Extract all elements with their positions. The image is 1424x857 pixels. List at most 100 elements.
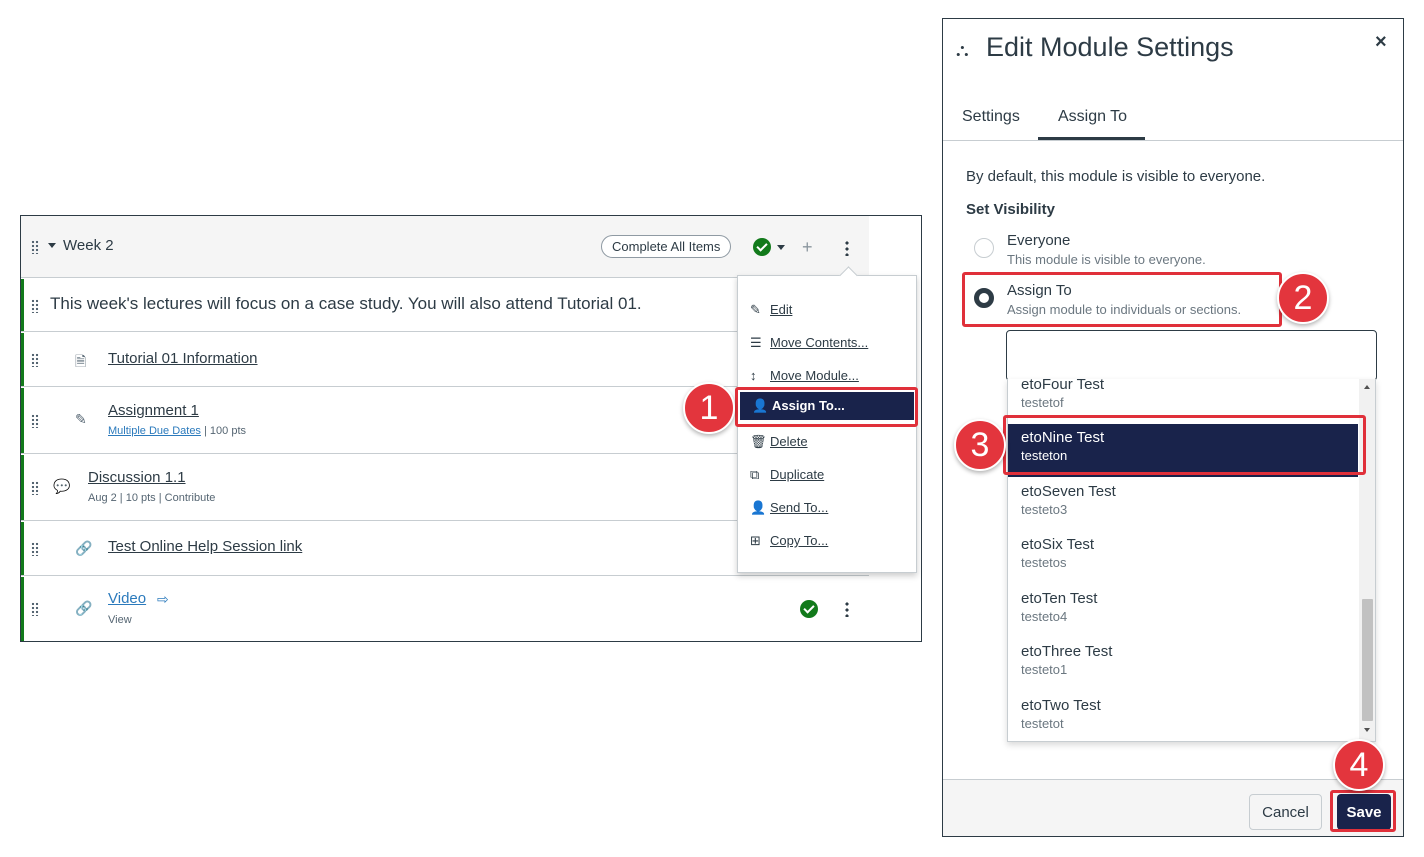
dialog-tabs: Settings Assign To [943, 99, 1403, 141]
drag-handle-icon[interactable] [31, 481, 39, 495]
scroll-thumb[interactable] [1362, 599, 1373, 721]
everyone-desc: This module is visible to everyone. [1007, 252, 1206, 267]
menu-item-label: Move Module... [770, 368, 859, 383]
drag-handle-icon[interactable] [31, 602, 39, 616]
published-check-icon[interactable] [800, 600, 818, 618]
close-icon[interactable]: × [1375, 31, 1387, 54]
published-check-icon[interactable] [753, 238, 771, 256]
assignment-icon: ✎ [75, 411, 87, 427]
option-login: testeto4 [1021, 609, 1068, 624]
module-icon: ⛬ [956, 40, 969, 60]
item-options-kebab-icon[interactable] [845, 601, 849, 617]
menu-item-label: Edit [770, 302, 793, 317]
visibility-intro: By default, this module is visible to ev… [966, 168, 1266, 185]
publish-dropdown-caret-icon[interactable] [777, 245, 785, 250]
add-item-plus-icon[interactable]: + [802, 238, 813, 256]
duplicate-icon: ⧉ [750, 467, 760, 482]
drag-handle-icon[interactable] [31, 414, 39, 428]
item-link-assignment[interactable]: Assignment 1 [108, 402, 199, 419]
option-name: etoThree Test [1021, 643, 1113, 660]
everyone-radio[interactable] [974, 238, 994, 258]
option-login: testeto1 [1021, 662, 1068, 677]
list-item[interactable]: etoTen Test testeto4 [1008, 585, 1358, 638]
trash-icon: 🗑 [750, 434, 767, 449]
menu-item-label: Move Contents... [770, 335, 869, 350]
published-bar [21, 577, 24, 641]
menu-item-move-contents[interactable]: ☰ Move Contents... [738, 329, 916, 357]
module-header[interactable]: Week 2 Complete All Items + [21, 216, 869, 278]
subheader-text: This week's lectures will focus on a cas… [50, 294, 642, 313]
option-name: etoTwo Test [1021, 697, 1101, 714]
scroll-up-arrow-icon[interactable] [1364, 385, 1370, 389]
item-link-video[interactable]: Video [108, 590, 146, 607]
page-icon: 🗎 [75, 353, 87, 369]
option-login: testetos [1021, 555, 1067, 570]
external-link-icon: ⇨ [157, 591, 169, 607]
menu-item-move-module[interactable]: ↕ Move Module... [738, 362, 916, 390]
option-name: etoSeven Test [1021, 483, 1116, 500]
published-bar [21, 333, 24, 386]
drag-handle-icon[interactable] [31, 353, 39, 367]
option-login: testetot [1021, 716, 1064, 731]
published-bar [21, 388, 24, 453]
menu-item-send-to[interactable]: 👤 Send To... [738, 494, 916, 522]
option-login: testetof [1021, 395, 1064, 410]
drag-handle-icon[interactable] [31, 240, 39, 254]
published-bar [21, 522, 24, 575]
menu-item-label: Duplicate [770, 467, 825, 482]
item-meta: Aug 2 | 10 pts | Contribute [88, 492, 216, 504]
move-contents-icon: ☰ [750, 335, 762, 350]
assignee-search-input[interactable] [1006, 330, 1377, 381]
active-tab-indicator [1038, 137, 1145, 140]
step-badge-2: 2 [1277, 272, 1329, 324]
published-bar [21, 455, 24, 520]
multiple-due-dates-link[interactable]: Multiple Due Dates [108, 425, 201, 437]
item-meta: View [108, 614, 132, 626]
step-badge-4: 4 [1333, 739, 1385, 791]
published-bar [21, 279, 24, 331]
item-link-tutorial[interactable]: Tutorial 01 Information [108, 350, 258, 367]
highlight-selected-student [1003, 415, 1366, 475]
option-name: etoFour Test [1021, 379, 1105, 393]
option-name: etoSix Test [1021, 536, 1095, 553]
menu-item-duplicate[interactable]: ⧉ Duplicate [738, 461, 916, 489]
tab-assign-to[interactable]: Assign To [1058, 108, 1127, 126]
option-login: testeto3 [1021, 502, 1068, 517]
copy-icon: ⊞ [750, 533, 761, 548]
item-points: | 100 pts [204, 425, 246, 437]
set-visibility-heading: Set Visibility [966, 201, 1055, 218]
drag-handle-icon[interactable] [31, 299, 39, 313]
menu-item-label: Delete [770, 434, 808, 449]
dialog-title: Edit Module Settings [986, 32, 1234, 62]
list-item[interactable]: etoThree Test testeto1 [1008, 638, 1358, 691]
item-meta: Multiple Due Dates | 100 pts [108, 425, 246, 437]
module-title: Week 2 [63, 237, 114, 254]
item-link-help-session[interactable]: Test Online Help Session link [108, 538, 302, 555]
menu-item-edit[interactable]: ✎ Edit [738, 296, 916, 324]
list-item[interactable]: etoSix Test testetos [1008, 531, 1358, 584]
link-icon: 🔗 [75, 540, 93, 556]
send-user-icon: 👤 [750, 500, 767, 515]
highlight-assign-to-option [962, 272, 1282, 327]
menu-item-label: Copy To... [770, 533, 829, 548]
tab-settings[interactable]: Settings [962, 108, 1020, 126]
list-item[interactable]: etoTwo Test testetot [1008, 692, 1358, 741]
complete-all-items-button[interactable]: Complete All Items [601, 235, 732, 258]
drag-handle-icon[interactable] [31, 542, 39, 556]
menu-item-copy-to[interactable]: ⊞ Copy To... [738, 527, 916, 555]
move-vertical-icon: ↕ [750, 368, 757, 383]
highlight-assign-to-menu-item [735, 387, 918, 427]
option-name: etoTen Test [1021, 590, 1098, 607]
everyone-label: Everyone [1007, 232, 1071, 249]
item-link-discussion[interactable]: Discussion 1.1 [88, 469, 186, 486]
menu-item-delete[interactable]: 🗑 Delete [738, 428, 916, 456]
scroll-down-arrow-icon[interactable] [1364, 728, 1370, 732]
list-item[interactable]: etoSeven Test testeto3 [1008, 478, 1358, 531]
module-options-kebab-icon[interactable] [845, 240, 849, 256]
cancel-button[interactable]: Cancel [1249, 794, 1322, 830]
menu-item-label: Send To... [770, 500, 829, 515]
module-item-row: 🔗 Video ⇨ View [21, 577, 869, 641]
step-badge-1: 1 [683, 382, 735, 434]
pencil-icon: ✎ [750, 302, 761, 317]
collapse-caret-icon[interactable] [48, 243, 56, 248]
